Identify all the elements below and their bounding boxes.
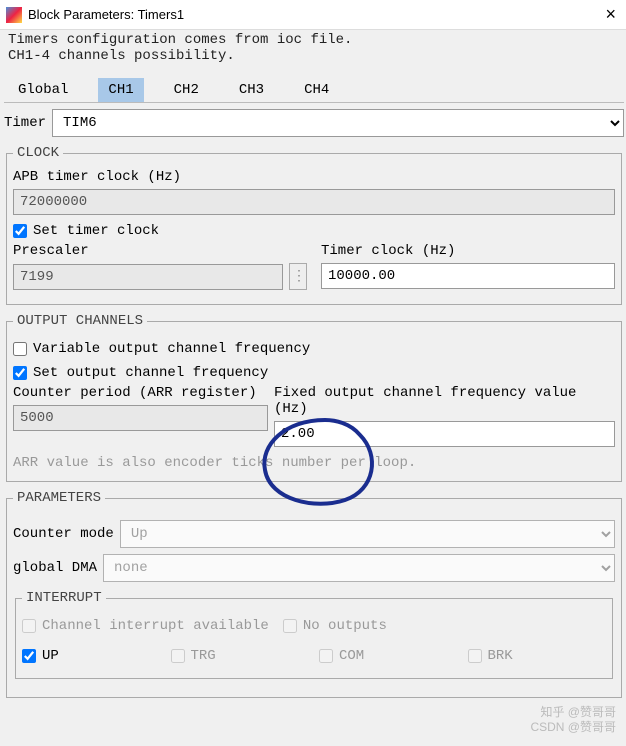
output-legend: OUTPUT CHANNELS bbox=[13, 313, 147, 329]
tab-ch4[interactable]: CH4 bbox=[294, 78, 339, 102]
interrupt-trg: TRG bbox=[171, 648, 310, 664]
window-title: Block Parameters: Timers1 bbox=[28, 7, 184, 22]
description: Timers configuration comes from ioc file… bbox=[4, 30, 624, 72]
interrupt-fieldset: INTERRUPT Channel interrupt available No… bbox=[15, 590, 613, 679]
channel-available-checkbox: Channel interrupt available bbox=[22, 618, 269, 634]
tabs: Global CH1 CH2 CH3 CH4 bbox=[4, 72, 624, 103]
clock-fieldset: CLOCK APB timer clock (Hz) Set timer clo… bbox=[6, 145, 622, 305]
counter-mode-select: Up bbox=[120, 520, 615, 548]
prescaler-input bbox=[13, 264, 283, 290]
watermark: 知乎 @赞哥哥 CSDN @赞哥哥 bbox=[530, 705, 616, 736]
fixed-freq-input[interactable] bbox=[274, 421, 615, 447]
titlebar: Block Parameters: Timers1 × bbox=[0, 0, 626, 30]
variable-freq-checkbox[interactable]: Variable output channel frequency bbox=[13, 341, 310, 357]
global-dma-select: none bbox=[103, 554, 615, 582]
apb-input bbox=[13, 189, 615, 215]
set-freq-label: Set output channel frequency bbox=[33, 365, 268, 381]
no-outputs-label: No outputs bbox=[303, 618, 387, 634]
output-fieldset: OUTPUT CHANNELS Variable output channel … bbox=[6, 313, 622, 482]
counter-period-input bbox=[13, 405, 268, 431]
timer-row: Timer TIM6 bbox=[4, 109, 624, 137]
variable-freq-input[interactable] bbox=[13, 342, 27, 356]
channel-available-input bbox=[22, 619, 36, 633]
set-timer-clock-input[interactable] bbox=[13, 224, 27, 238]
interrupt-up[interactable]: UP bbox=[22, 648, 161, 664]
set-freq-input[interactable] bbox=[13, 366, 27, 380]
parameters-fieldset: PARAMETERS Counter mode Up global DMA no… bbox=[6, 490, 622, 698]
interrupt-legend: INTERRUPT bbox=[22, 590, 106, 606]
set-timer-clock-label: Set timer clock bbox=[33, 223, 159, 239]
arr-hint: ARR value is also encoder ticks number p… bbox=[13, 455, 615, 471]
interrupt-com-input bbox=[319, 649, 333, 663]
close-icon[interactable]: × bbox=[601, 4, 620, 25]
desc-line2: CH1-4 channels possibility. bbox=[8, 48, 620, 64]
timer-label: Timer bbox=[4, 115, 46, 131]
interrupt-up-input[interactable] bbox=[22, 649, 36, 663]
desc-line1: Timers configuration comes from ioc file… bbox=[8, 32, 620, 48]
fixed-freq-label: Fixed output channel frequency value (Hz… bbox=[274, 385, 615, 417]
prescaler-label: Prescaler bbox=[13, 243, 307, 259]
prescaler-spinner-icon[interactable]: ⋮ bbox=[289, 263, 307, 290]
variable-freq-label: Variable output channel frequency bbox=[33, 341, 310, 357]
interrupt-brk-input bbox=[468, 649, 482, 663]
interrupt-trg-input bbox=[171, 649, 185, 663]
timer-clock-input[interactable] bbox=[321, 263, 615, 289]
counter-mode-label: Counter mode bbox=[13, 526, 114, 542]
no-outputs-checkbox: No outputs bbox=[283, 618, 387, 634]
counter-period-label: Counter period (ARR register) bbox=[13, 385, 268, 401]
tab-ch2[interactable]: CH2 bbox=[164, 78, 209, 102]
tab-ch3[interactable]: CH3 bbox=[229, 78, 274, 102]
timer-clock-label: Timer clock (Hz) bbox=[321, 243, 615, 259]
clock-legend: CLOCK bbox=[13, 145, 63, 161]
timer-select[interactable]: TIM6 bbox=[52, 109, 624, 137]
app-icon bbox=[6, 7, 22, 23]
global-dma-label: global DMA bbox=[13, 560, 97, 576]
channel-available-label: Channel interrupt available bbox=[42, 618, 269, 634]
apb-label: APB timer clock (Hz) bbox=[13, 169, 615, 185]
tab-global[interactable]: Global bbox=[8, 78, 78, 102]
no-outputs-input bbox=[283, 619, 297, 633]
tab-ch1[interactable]: CH1 bbox=[98, 78, 143, 102]
interrupt-brk: BRK bbox=[468, 648, 607, 664]
set-freq-checkbox[interactable]: Set output channel frequency bbox=[13, 365, 268, 381]
interrupt-com: COM bbox=[319, 648, 458, 664]
set-timer-clock-checkbox[interactable]: Set timer clock bbox=[13, 223, 159, 239]
content-area: Timers configuration comes from ioc file… bbox=[0, 30, 626, 710]
parameters-legend: PARAMETERS bbox=[13, 490, 105, 506]
